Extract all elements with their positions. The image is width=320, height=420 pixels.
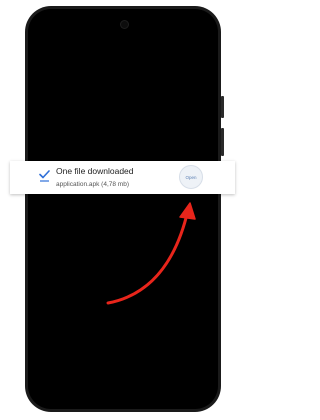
pointer-arrow: [106, 202, 196, 305]
